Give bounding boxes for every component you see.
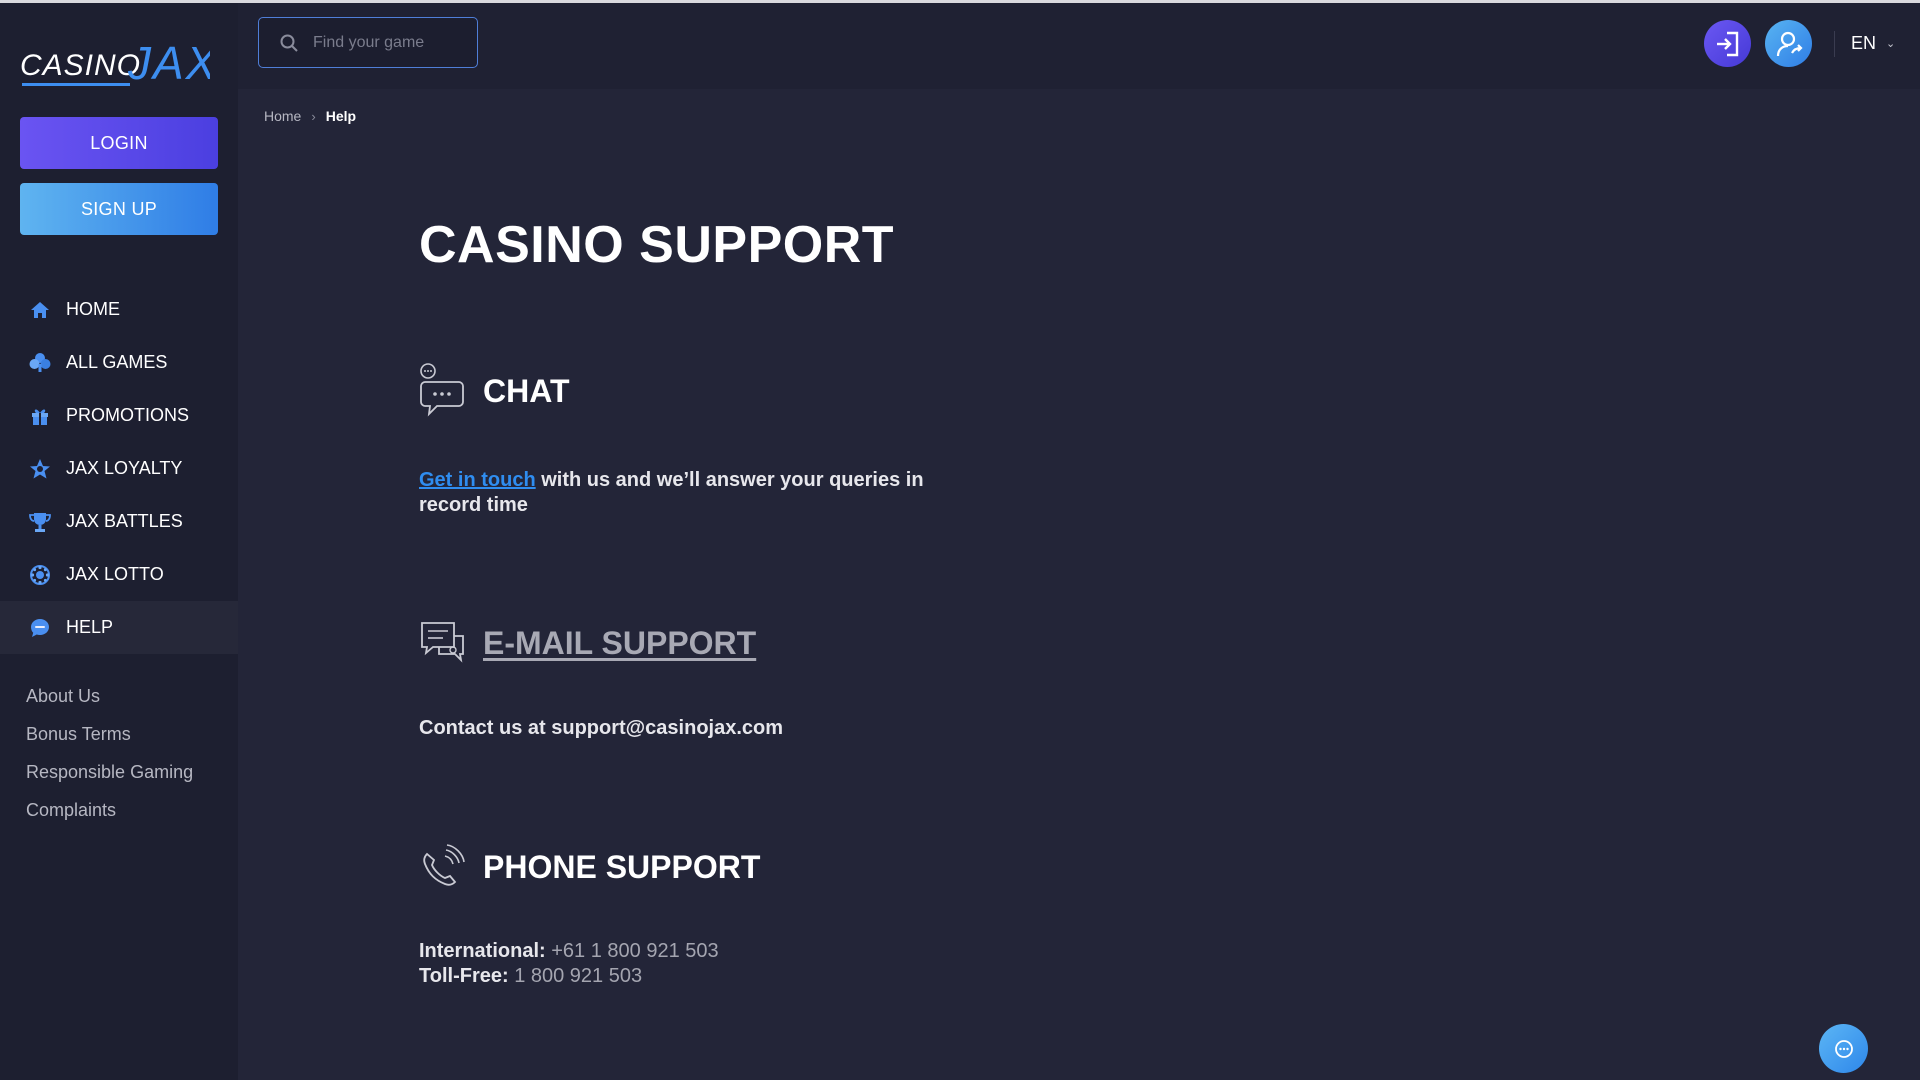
nav-item-promotions[interactable]: PROMOTIONS bbox=[0, 389, 238, 442]
international-label: International: bbox=[419, 940, 546, 962]
signup-button[interactable]: SIGN UP bbox=[20, 183, 218, 235]
email-contact-text: Contact us at support@casinojax.com bbox=[419, 717, 784, 739]
get-in-touch-link[interactable]: Get in touch bbox=[419, 469, 536, 491]
nav-item-jax-loyalty[interactable]: JAX LOYALTY bbox=[0, 442, 238, 495]
email-section-header: E-MAIL SUPPORT bbox=[419, 614, 756, 672]
lotto-icon bbox=[28, 563, 52, 587]
nav-item-jax-lotto[interactable]: JAX LOTTO bbox=[0, 548, 238, 601]
search-icon bbox=[280, 34, 298, 52]
nav-item-label: JAX LOYALTY bbox=[66, 458, 183, 478]
breadcrumb-home-link[interactable]: Home bbox=[264, 108, 301, 124]
tollfree-row: Toll-Free: 1 800 921 503 bbox=[419, 964, 719, 989]
svg-text:JAX: JAX bbox=[127, 37, 210, 89]
nav-item-label: PROMOTIONS bbox=[66, 405, 190, 425]
club-icon bbox=[28, 351, 52, 375]
nav-item-label: JAX LOTTO bbox=[66, 564, 164, 584]
about-us-link[interactable]: About Us bbox=[26, 681, 193, 719]
language-label: EN bbox=[1851, 33, 1877, 53]
breadcrumb: Home › Help bbox=[264, 108, 356, 124]
responsible-gaming-link[interactable]: Responsible Gaming bbox=[26, 757, 193, 795]
phone-title: PHONE SUPPORT bbox=[483, 848, 761, 885]
chat-bubbles-icon bbox=[419, 362, 465, 420]
chevron-down-icon: ⌄ bbox=[1886, 38, 1896, 50]
header-divider bbox=[1834, 31, 1835, 57]
nav-item-help[interactable]: HELP bbox=[0, 601, 238, 654]
chat-icon bbox=[1834, 1039, 1853, 1058]
search-input[interactable] bbox=[313, 33, 463, 52]
search-box[interactable] bbox=[258, 17, 478, 68]
international-number[interactable]: +61 1 800 921 503 bbox=[551, 940, 718, 962]
nav-item-jax-battles[interactable]: JAX BATTLES bbox=[0, 495, 238, 548]
chat-description: Get in touch with us and we’ll answer yo… bbox=[419, 468, 939, 518]
top-header: EN ⌄ bbox=[238, 3, 1920, 89]
user-add-icon bbox=[1776, 31, 1803, 56]
international-row: International: +61 1 800 921 503 bbox=[419, 939, 719, 964]
email-support-link[interactable]: E-MAIL SUPPORT bbox=[483, 625, 756, 662]
header-login-button[interactable] bbox=[1704, 20, 1751, 67]
nav-item-label: HELP bbox=[66, 617, 114, 637]
language-selector[interactable]: EN ⌄ bbox=[1851, 33, 1895, 54]
trophy-icon bbox=[28, 510, 52, 534]
star-icon bbox=[28, 457, 52, 481]
bonus-terms-link[interactable]: Bonus Terms bbox=[26, 719, 193, 757]
main-nav: HOME ALL GAMES PROMOTIONS JAX LOYALTY JA… bbox=[0, 283, 238, 654]
tollfree-number[interactable]: 1 800 921 503 bbox=[514, 965, 642, 987]
tollfree-label: Toll-Free: bbox=[419, 965, 509, 987]
help-icon bbox=[28, 616, 52, 640]
page-title: CASINO SUPPORT bbox=[419, 216, 895, 274]
complaints-link[interactable]: Complaints bbox=[26, 795, 193, 833]
svg-text:CASINO: CASINO bbox=[20, 49, 141, 82]
casino-jax-logo[interactable]: CASINO JAX bbox=[20, 33, 217, 89]
live-chat-button[interactable] bbox=[1819, 1024, 1868, 1073]
phone-section-header: PHONE SUPPORT bbox=[419, 838, 760, 896]
nav-item-label: ALL GAMES bbox=[66, 352, 168, 372]
home-icon bbox=[28, 298, 52, 322]
chevron-right-icon: › bbox=[311, 108, 316, 124]
nav-item-home[interactable]: HOME bbox=[0, 283, 238, 336]
phone-numbers: International: +61 1 800 921 503 Toll-Fr… bbox=[419, 939, 719, 989]
login-icon bbox=[1716, 31, 1738, 56]
nav-item-label: HOME bbox=[66, 299, 120, 319]
email-support-icon bbox=[419, 614, 465, 672]
chat-title: CHAT bbox=[483, 372, 570, 409]
footer-links: About Us Bonus Terms Responsible Gaming … bbox=[26, 681, 193, 833]
breadcrumb-current: Help bbox=[325, 108, 357, 124]
gift-icon bbox=[28, 404, 52, 428]
nav-item-all-games[interactable]: ALL GAMES bbox=[0, 336, 238, 389]
sidebar: CASINO JAX LOGIN SIGN UP HOME ALL GAMES … bbox=[0, 3, 238, 1080]
chat-section-header: CHAT bbox=[419, 362, 570, 420]
login-button[interactable]: LOGIN bbox=[20, 117, 218, 169]
nav-item-label: JAX BATTLES bbox=[66, 511, 183, 531]
header-register-button[interactable] bbox=[1765, 20, 1812, 67]
phone-icon bbox=[419, 838, 465, 896]
